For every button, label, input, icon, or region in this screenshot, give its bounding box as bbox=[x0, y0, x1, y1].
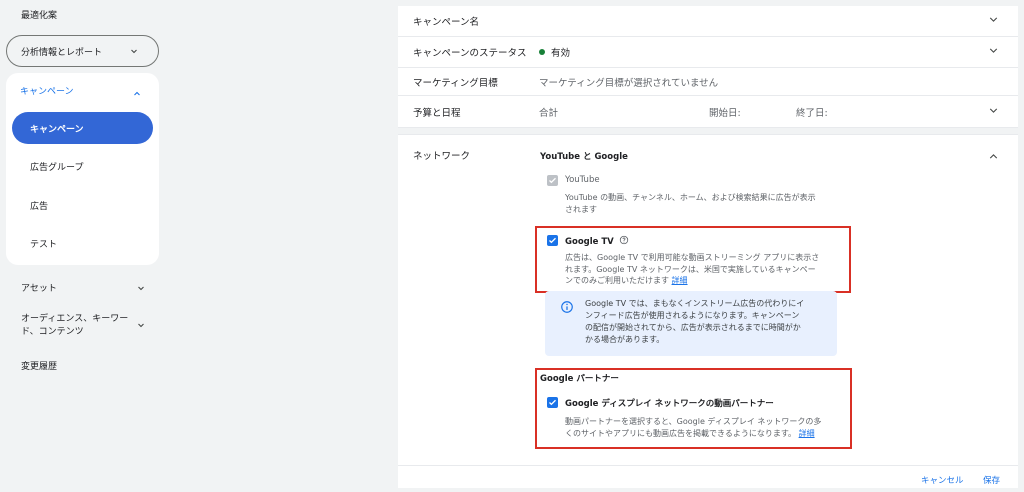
save-button[interactable]: 保存 bbox=[983, 474, 1000, 486]
google-tv-info-banner: Google TV では、まもなくインストリーム広告の代わりにイ ンフィード広告… bbox=[545, 291, 837, 356]
sidebar-subitem-ads[interactable]: 広告 bbox=[12, 189, 153, 221]
status-value: 有効 bbox=[539, 45, 570, 59]
youtube-label: YouTube bbox=[565, 175, 600, 185]
highlight-box-google-partners bbox=[535, 368, 852, 449]
youtube-checkbox bbox=[547, 175, 558, 186]
chevron-down-icon[interactable] bbox=[987, 13, 1000, 29]
status-dot-icon bbox=[539, 49, 545, 55]
sidebar-subitem-campaigns[interactable]: キャンペーン bbox=[12, 112, 153, 144]
sidebar-item-assets[interactable]: アセット bbox=[21, 281, 151, 294]
campaign-name-row[interactable]: キャンペーン名 bbox=[398, 6, 1018, 37]
chevron-down-icon bbox=[135, 282, 147, 297]
sidebar: 最適化案 分析情報とレポート キャンペーン キャンペーン 広告グループ 広告 テ… bbox=[0, 0, 168, 492]
sidebar-item-recommendations[interactable]: 最適化案 bbox=[21, 8, 57, 21]
campaign-settings-panel: キャンペーン名 キャンペーンのステータス 有効 マーケティング目標 マーケティン… bbox=[398, 6, 1018, 488]
campaign-status-label: キャンペーンのステータス bbox=[413, 48, 527, 59]
sidebar-item-change-history[interactable]: 変更履歴 bbox=[21, 359, 151, 372]
marketing-goal-value: マーケティング目標が選択されていません bbox=[539, 77, 719, 89]
budget-total-label: 合計 bbox=[539, 107, 559, 119]
highlight-box-google-tv bbox=[535, 226, 851, 293]
sidebar-item-label-line2: ド、コンテンツ bbox=[21, 327, 84, 337]
youtube-description: YouTube の動画、チャンネル、ホーム、および検索結果に広告が表示 されます bbox=[565, 192, 816, 215]
chevron-down-icon[interactable] bbox=[987, 104, 1000, 120]
youtube-desc-line: YouTube の動画、チャンネル、ホーム、および検索結果に広告が表示 bbox=[565, 193, 816, 202]
youtube-desc-line: されます bbox=[565, 204, 597, 214]
info-line: Google TV では、まもなくインストリーム広告の代わりにイ bbox=[585, 299, 805, 308]
budget-schedule-label: 予算と日程 bbox=[413, 107, 461, 119]
info-line: の配信が開始されてから、広告が表示されるまでに時間がか bbox=[585, 323, 801, 332]
start-date-label: 開始日: bbox=[709, 107, 741, 119]
sidebar-item-label: オーディエンス、キーワー bbox=[21, 314, 129, 324]
sidebar-item-audiences[interactable]: オーディエンス、キーワー ド、コンテンツ bbox=[21, 313, 151, 339]
status-text: 有効 bbox=[551, 48, 571, 59]
network-section: ネットワーク YouTube と Google YouTube YouTube … bbox=[398, 134, 1018, 488]
chevron-up-icon[interactable] bbox=[987, 148, 1000, 167]
chevron-down-icon bbox=[128, 45, 140, 60]
marketing-goal-row: マーケティング目標 マーケティング目標が選択されていません bbox=[398, 68, 1018, 96]
info-line: かる場合があります。 bbox=[585, 335, 665, 344]
info-line: ンフィード広告が使用されるようになります。キャンペーン bbox=[585, 311, 800, 320]
end-date-label: 終了日: bbox=[796, 107, 828, 119]
chevron-down-icon[interactable] bbox=[987, 44, 1000, 60]
cancel-button[interactable]: キャンセル bbox=[921, 474, 964, 486]
sidebar-campaign-group: キャンペーン キャンペーン 広告グループ 広告 テスト bbox=[6, 73, 159, 265]
chevron-up-icon[interactable] bbox=[131, 85, 143, 104]
campaign-name-label: キャンペーン名 bbox=[413, 17, 480, 28]
network-label: ネットワーク bbox=[413, 151, 471, 162]
sidebar-item-insights-reports[interactable]: 分析情報とレポート bbox=[6, 35, 159, 67]
chevron-down-icon bbox=[135, 319, 147, 336]
form-footer: キャンセル 保存 bbox=[398, 465, 1018, 489]
youtube-google-title: YouTube と Google bbox=[540, 152, 628, 162]
info-icon bbox=[560, 299, 574, 318]
check-icon bbox=[549, 177, 556, 184]
sidebar-item-campaigns-header[interactable]: キャンペーン bbox=[20, 84, 74, 97]
campaign-status-row[interactable]: キャンペーンのステータス 有効 bbox=[398, 37, 1018, 68]
sidebar-item-label: アセット bbox=[21, 284, 57, 294]
budget-schedule-row[interactable]: 予算と日程 合計 開始日: 終了日: bbox=[398, 96, 1018, 128]
sidebar-item-label: 分析情報とレポート bbox=[21, 47, 103, 58]
sidebar-subitem-experiments[interactable]: テスト bbox=[12, 227, 153, 259]
info-banner-text: Google TV では、まもなくインストリーム広告の代わりにイ ンフィード広告… bbox=[585, 298, 831, 346]
marketing-goal-label: マーケティング目標 bbox=[413, 77, 498, 89]
sidebar-subitem-ad-groups[interactable]: 広告グループ bbox=[12, 150, 153, 182]
